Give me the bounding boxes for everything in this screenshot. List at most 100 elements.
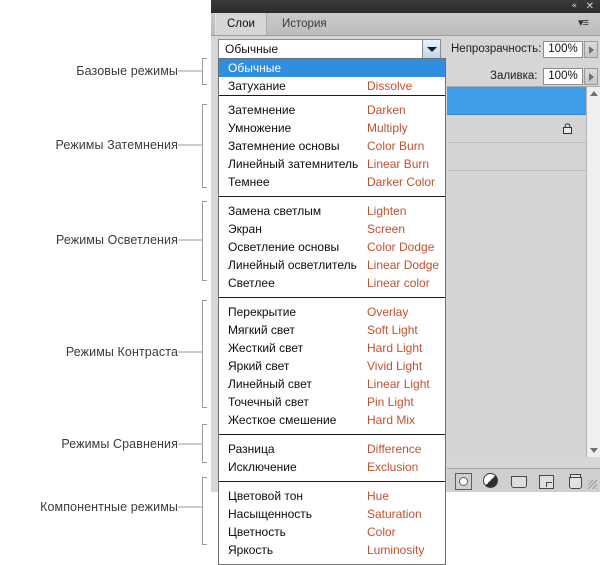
menu-item-label-en: Lighten [367, 204, 407, 218]
menu-item-label-ru: Цветность [228, 525, 286, 539]
menu-item[interactable]: Точечный свет Pin Light [219, 393, 445, 411]
menu-item-label-ru: Яркость [228, 543, 274, 557]
menu-item-label-ru: Яркий свет [228, 359, 290, 373]
table-row[interactable] [447, 87, 586, 115]
menu-item[interactable]: Затемнение Darken [219, 101, 445, 119]
scroll-up-icon[interactable] [587, 87, 600, 100]
annotation-leader-line [178, 443, 202, 445]
menu-item[interactable]: Исключение Exclusion [219, 458, 445, 476]
annotation-brace [202, 58, 207, 85]
menu-item[interactable]: Затухание Dissolve [219, 77, 445, 95]
annotation-label: Режимы Сравнения [61, 437, 178, 451]
tab-layers[interactable]: Слои [215, 13, 267, 35]
menu-item-label-en: Linear Dodge [367, 258, 440, 272]
opacity-label: Непрозрачность: [451, 43, 542, 55]
menu-item-label-en: Color Burn [367, 139, 425, 153]
add-mask-icon[interactable] [511, 476, 527, 488]
annotation-brace [202, 104, 207, 188]
menu-item-label-en: Saturation [367, 507, 422, 521]
menu-item-label-en: Pin Light [367, 395, 414, 409]
annotation-leader-line [178, 351, 202, 353]
menu-item-label-en: Dissolve [367, 79, 413, 93]
lock-icon [563, 123, 572, 134]
annotation-brace [202, 477, 207, 545]
annotation-label: Режимы Контраста [65, 345, 178, 359]
menu-item-label-en: Screen [367, 222, 406, 236]
menu-item[interactable]: Цветность Color [219, 523, 445, 541]
menu-item[interactable]: Обычные [219, 59, 445, 77]
resize-grip[interactable] [588, 480, 597, 489]
panel-title-bar: « ✕ [211, 0, 600, 13]
table-row[interactable] [447, 143, 586, 171]
annotation-leader-line [178, 144, 202, 146]
menu-item-label-ru: Затухание [228, 79, 286, 93]
opacity-input[interactable]: 100% [543, 41, 583, 58]
delete-layer-icon[interactable] [569, 474, 582, 489]
layers-scrollbar[interactable] [586, 87, 600, 457]
menu-item-label-ru: Линейный осветлитель [228, 258, 357, 272]
menu-item[interactable]: Мягкий свет Soft Light [219, 321, 445, 339]
menu-item[interactable]: Умножение Multiply [219, 119, 445, 137]
menu-item-label-en: Vivid Light [367, 359, 423, 373]
menu-item-label-en: Linear Burn [367, 157, 430, 171]
table-row[interactable] [447, 115, 586, 143]
close-icon[interactable]: ✕ [586, 1, 594, 12]
menu-item-label-en: Luminosity [367, 543, 425, 557]
menu-item[interactable]: Экран Screen [219, 220, 445, 238]
chevron-down-icon[interactable] [422, 40, 440, 59]
menu-item[interactable]: Линейный осветлитель Linear Dodge [219, 256, 445, 274]
collapse-icon[interactable]: « [571, 1, 577, 12]
menu-item[interactable]: Темнее Darker Color [219, 173, 445, 191]
layer-style-fx-icon[interactable] [455, 473, 472, 490]
menu-item-label-ru: Затемнение [228, 103, 296, 117]
annotation-leader-line [178, 239, 202, 241]
menu-item-label-en: Color [367, 525, 396, 539]
opacity-stepper[interactable] [584, 41, 598, 58]
tab-history[interactable]: История [271, 13, 338, 35]
menu-item[interactable]: Осветление основы Color Dodge [219, 238, 445, 256]
panel-menu-icon[interactable]: ▾≡ [578, 18, 594, 29]
menu-item-label-ru: Цветовой тон [228, 489, 304, 503]
menu-item-label-en: Exclusion [367, 460, 419, 474]
menu-item[interactable]: Линейный затемнитель Linear Burn [219, 155, 445, 173]
fill-input[interactable]: 100% [543, 68, 583, 85]
adjustment-layer-icon[interactable] [483, 473, 498, 488]
dropdown-group-contrast-modes: Перекрытие Overlay Мягкий свет Soft Light Же… [219, 297, 445, 434]
menu-item[interactable]: Разница Difference [219, 440, 445, 458]
menu-item[interactable]: Насыщенность Saturation [219, 505, 445, 523]
menu-item[interactable]: Цветовой тон Hue [219, 487, 445, 505]
menu-item-label-ru: Жесткий свет [228, 341, 304, 355]
layers-list[interactable] [447, 86, 600, 457]
menu-item-label-ru: Умножение [228, 121, 292, 135]
menu-item[interactable]: Светлее Linear color [219, 274, 445, 292]
annotation-leader-line [178, 506, 202, 508]
menu-item-label-ru: Разница [228, 442, 275, 456]
annotation-brace [202, 424, 207, 463]
menu-item-label-ru: Экран [228, 222, 262, 236]
fill-stepper[interactable] [584, 68, 598, 85]
blend-mode-dropdown[interactable]: Обычные Затухание Dissolve Затемнение Darken… [218, 58, 446, 565]
menu-item-label-en: Soft Light [367, 323, 418, 337]
menu-item-label-en: Hue [367, 489, 390, 503]
menu-item-label-ru: Замена светлым [228, 204, 322, 218]
menu-item-label-en: Hard Mix [367, 413, 416, 427]
menu-item[interactable]: Линейный свет Linear Light [219, 375, 445, 393]
menu-item[interactable]: Жесткое смешение Hard Mix [219, 411, 445, 429]
blend-mode-combobox[interactable]: Обычные [218, 39, 441, 60]
menu-item[interactable]: Яркий свет Vivid Light [219, 357, 445, 375]
menu-item-label-en: Darker Color [367, 175, 436, 189]
dropdown-group-comparative-modes: Разница Difference Исключение Exclusion [219, 434, 445, 481]
annotation-leader-line [178, 70, 202, 72]
scroll-down-icon[interactable] [587, 444, 600, 457]
annotation-column: Базовые режимы Режимы Затемнения Режимы Ос… [0, 0, 220, 550]
annotation-label: Базовые режимы [76, 64, 178, 78]
new-layer-icon[interactable] [539, 475, 554, 489]
menu-item-label-ru: Обычные [228, 61, 282, 75]
menu-item[interactable]: Яркость Luminosity [219, 541, 445, 559]
dropdown-group-lighten-modes: Замена светлым Lighten Экран Screen Осветлен… [219, 196, 445, 297]
menu-item-label-en: Linear color [367, 276, 430, 290]
menu-item[interactable]: Перекрытие Overlay [219, 303, 445, 321]
menu-item[interactable]: Жесткий свет Hard Light [219, 339, 445, 357]
menu-item[interactable]: Замена светлым Lighten [219, 202, 445, 220]
menu-item[interactable]: Затемнение основы Color Burn [219, 137, 445, 155]
